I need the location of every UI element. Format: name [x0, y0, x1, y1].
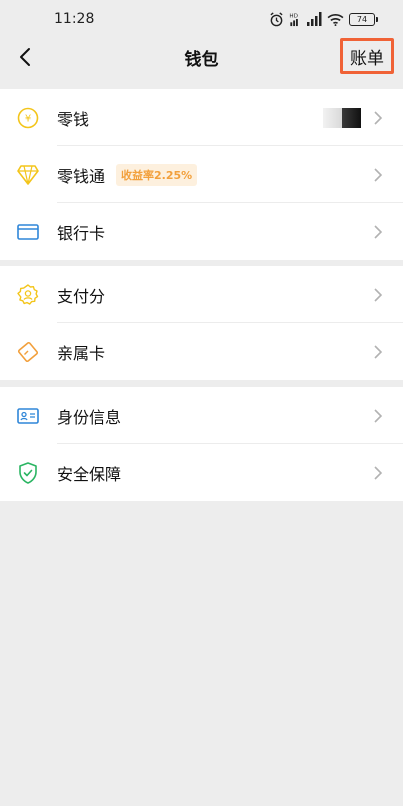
- wifi-icon: [327, 13, 344, 26]
- chevron-right-icon: [374, 408, 383, 423]
- wallet-group-identity: 身份信息 安全保障: [0, 387, 403, 501]
- diamond-icon: [16, 163, 40, 187]
- battery-level: 74: [356, 14, 368, 24]
- list-item-label: 安全保障: [57, 464, 122, 484]
- battery-icon: 74: [349, 12, 378, 26]
- hd-signal-icon: HD: [289, 13, 298, 26]
- list-item-label: 银行卡: [57, 223, 106, 243]
- svg-text:HD: HD: [289, 13, 298, 19]
- list-item-change[interactable]: ¥ 零钱: [0, 89, 403, 146]
- coin-yen-icon: ¥: [16, 106, 40, 130]
- list-item-label: 身份信息: [57, 407, 122, 427]
- list-item-family-card[interactable]: 亲属卡: [0, 323, 403, 380]
- nav-bar: 钱包 账单: [0, 36, 403, 78]
- pay-score-icon: [16, 283, 40, 307]
- list-item-label: 亲属卡: [57, 343, 106, 363]
- list-item-security[interactable]: 安全保障: [0, 444, 403, 501]
- chevron-right-icon: [374, 344, 383, 359]
- back-button[interactable]: [8, 40, 42, 74]
- shield-check-icon: [16, 461, 40, 485]
- chevron-right-icon: [374, 110, 383, 125]
- id-card-icon: [16, 404, 40, 428]
- bank-card-icon: [16, 220, 40, 244]
- svg-text:¥: ¥: [25, 113, 31, 124]
- cellular-signal-icon: [307, 12, 322, 26]
- balance-masked: [323, 107, 361, 128]
- list-item-label: 零钱: [57, 109, 90, 129]
- list-item-lingqiantong[interactable]: 零钱通 收益率2.25%: [0, 146, 403, 203]
- chevron-left-icon: [20, 48, 30, 66]
- bill-button[interactable]: 账单: [340, 38, 394, 74]
- status-bar: 11:28 HD 74: [0, 0, 403, 36]
- chevron-right-icon: [374, 287, 383, 302]
- list-item-identity-info[interactable]: 身份信息: [0, 387, 403, 444]
- list-item-label: 零钱通: [57, 166, 106, 186]
- family-card-icon: [16, 340, 40, 364]
- chevron-right-icon: [374, 167, 383, 182]
- list-item-bank-card[interactable]: 银行卡: [0, 203, 403, 260]
- yield-rate-badge: 收益率2.25%: [116, 163, 198, 186]
- list-item-pay-score[interactable]: 支付分: [0, 266, 403, 323]
- alarm-icon: [270, 11, 283, 26]
- chevron-right-icon: [374, 465, 383, 480]
- wallet-group-services: 支付分 亲属卡: [0, 266, 403, 380]
- list-item-label: 支付分: [57, 286, 106, 306]
- status-time: 11:28: [54, 11, 95, 27]
- wallet-group-funds: ¥ 零钱 零钱通 收益率2.25% 银行卡: [0, 89, 403, 260]
- status-icons: HD 74: [269, 10, 378, 28]
- chevron-right-icon: [374, 224, 383, 239]
